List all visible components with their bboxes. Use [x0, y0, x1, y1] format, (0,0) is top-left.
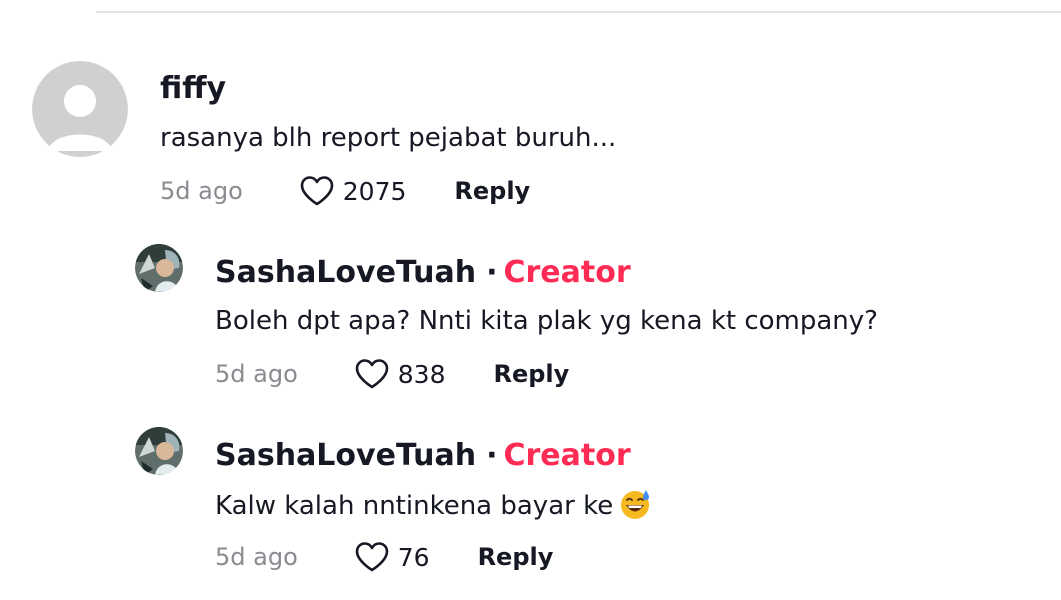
- reply-button[interactable]: Reply: [493, 360, 569, 388]
- like-button[interactable]: 838: [354, 358, 446, 390]
- reply-username-row: SashaLoveTuah · Creator: [215, 256, 631, 290]
- like-button[interactable]: 76: [354, 541, 430, 573]
- creator-badge: Creator: [503, 438, 631, 473]
- heart-icon: [300, 176, 334, 206]
- like-count: 838: [397, 359, 446, 389]
- separator-dot: ·: [486, 255, 498, 290]
- reply-text: Kalw kalah nntinkena bayar ke: [215, 491, 614, 521]
- comment-text: rasanya blh report pejabat buruh...: [160, 123, 617, 153]
- heart-icon: [355, 542, 389, 572]
- top-divider: [96, 11, 1061, 13]
- reply-button[interactable]: Reply: [478, 543, 554, 571]
- creator-badge: Creator: [503, 255, 631, 290]
- like-count: 2075: [342, 176, 407, 206]
- reply-time: 5d ago: [215, 360, 298, 388]
- heart-icon: [355, 359, 389, 389]
- comment-meta: 5d ago 2075 Reply: [160, 174, 530, 208]
- profile-photo-icon: [135, 244, 183, 292]
- reply-meta: 5d ago 76 Reply: [215, 540, 553, 574]
- reply-meta: 5d ago 838 Reply: [215, 357, 569, 391]
- default-avatar[interactable]: [32, 61, 128, 157]
- separator-dot: ·: [486, 438, 498, 473]
- profile-photo-icon: [135, 427, 183, 475]
- creator-avatar[interactable]: [135, 427, 183, 475]
- user-placeholder-icon: [32, 61, 128, 157]
- reply-text-row: Kalw kalah nntinkena bayar ke: [215, 488, 651, 528]
- reply-time: 5d ago: [215, 543, 298, 571]
- like-count: 76: [397, 542, 430, 572]
- reply-text: Boleh dpt apa? Nnti kita plak yg kena kt…: [215, 306, 878, 336]
- reply-username[interactable]: SashaLoveTuah: [215, 255, 476, 290]
- reply-username-row: SashaLoveTuah · Creator: [215, 439, 631, 473]
- comment-username[interactable]: fiffy: [160, 72, 226, 106]
- sweat-smile-emoji-icon: [619, 488, 651, 528]
- reply-username[interactable]: SashaLoveTuah: [215, 438, 476, 473]
- comment-time: 5d ago: [160, 177, 243, 205]
- reply-button[interactable]: Reply: [454, 177, 530, 205]
- creator-avatar[interactable]: [135, 244, 183, 292]
- like-button[interactable]: 2075: [299, 175, 407, 207]
